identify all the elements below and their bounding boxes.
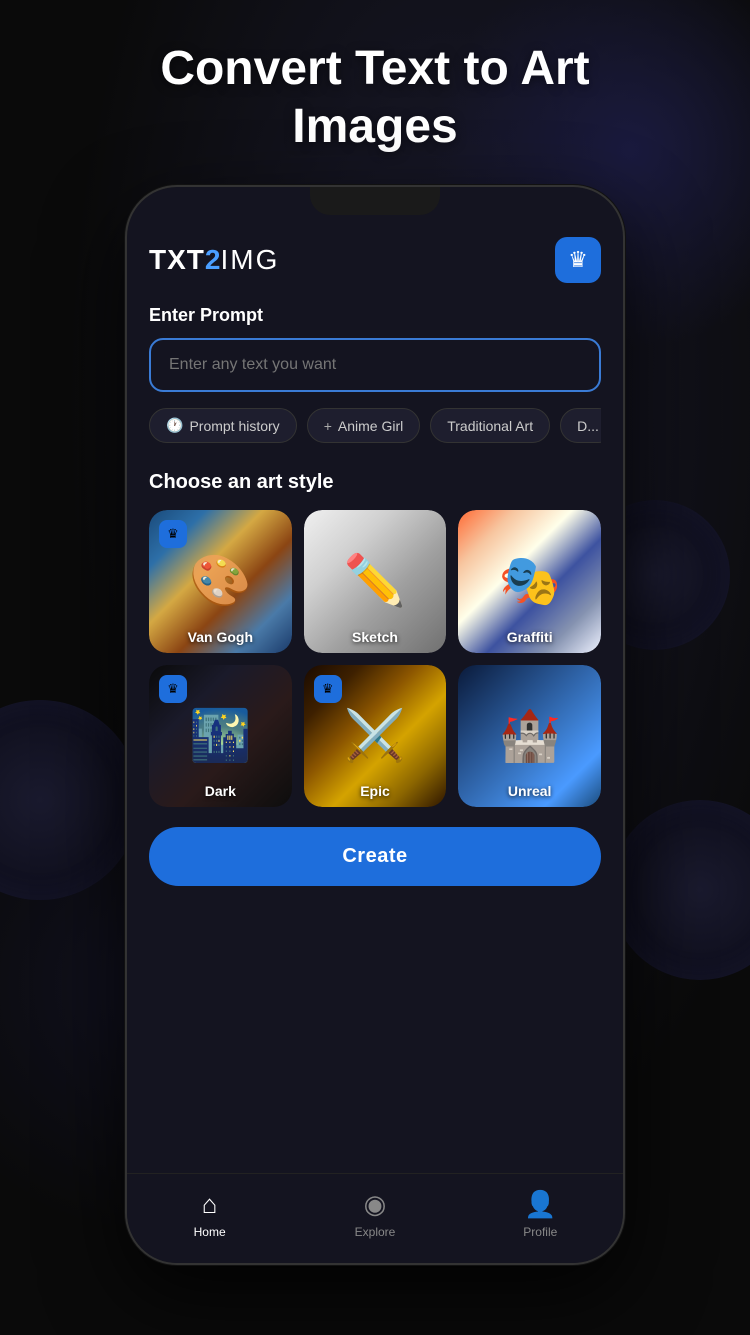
prompt-input-wrapper[interactable] <box>149 338 601 392</box>
volume-up-button <box>623 387 625 447</box>
art-card-unreal[interactable]: Unreal <box>458 665 601 808</box>
art-style-grid: ♛ Van Gogh Sketch Graffiti <box>149 510 601 807</box>
art-card-sketch[interactable]: Sketch <box>304 510 447 653</box>
chip-history-label: Prompt history <box>189 418 279 434</box>
chip-anime-girl[interactable]: + Anime Girl <box>307 408 421 443</box>
logo-txt: TXT <box>149 244 205 276</box>
page-title: Convert Text to Art Images <box>0 40 750 155</box>
nav-explore-label: Explore <box>355 1225 396 1239</box>
art-card-epic[interactable]: ♛ Epic <box>304 665 447 808</box>
logo-2: 2 <box>205 244 221 276</box>
app-logo: TXT 2 IMG <box>149 244 279 276</box>
nav-profile-label: Profile <box>523 1225 557 1239</box>
art-card-epic-label: Epic <box>304 783 447 799</box>
dark-crown-badge: ♛ <box>159 675 187 703</box>
art-card-vangogh-label: Van Gogh <box>149 629 292 645</box>
logo-img: IMG <box>220 244 279 276</box>
chip-anime-label: Anime Girl <box>338 418 403 434</box>
app-content: TXT 2 IMG ♛ Enter Prompt 🕐 Prompt histor… <box>127 217 623 1173</box>
chip-prompt-history[interactable]: 🕐 Prompt history <box>149 408 297 443</box>
chip-more[interactable]: D... <box>560 408 601 443</box>
art-card-graffiti-label: Graffiti <box>458 629 601 645</box>
art-card-dark-label: Dark <box>149 783 292 799</box>
clock-icon: 🕐 <box>166 417 183 434</box>
create-button[interactable]: Create <box>149 827 601 886</box>
home-icon: ⌂ <box>202 1189 218 1220</box>
nav-item-explore[interactable]: ◉ Explore <box>335 1189 415 1239</box>
phone-frame: TXT 2 IMG ♛ Enter Prompt 🕐 Prompt histor… <box>125 185 625 1265</box>
nav-item-home[interactable]: ⌂ Home <box>170 1189 250 1239</box>
chip-traditional-art[interactable]: Traditional Art <box>430 408 550 443</box>
vangogh-crown-badge: ♛ <box>159 520 187 548</box>
art-card-sketch-label: Sketch <box>304 629 447 645</box>
plus-icon: + <box>324 418 332 434</box>
phone-screen: TXT 2 IMG ♛ Enter Prompt 🕐 Prompt histor… <box>127 187 623 1263</box>
crown-icon: ♛ <box>568 247 588 273</box>
art-card-unreal-label: Unreal <box>458 783 601 799</box>
nav-item-profile[interactable]: 👤 Profile <box>500 1189 580 1239</box>
bottom-navigation: ⌂ Home ◉ Explore 👤 Profile <box>127 1173 623 1263</box>
crown-badge-icon-dark: ♛ <box>167 681 179 697</box>
profile-icon: 👤 <box>524 1189 556 1220</box>
art-style-label: Choose an art style <box>149 471 601 494</box>
explore-icon: ◉ <box>364 1189 387 1220</box>
premium-button[interactable]: ♛ <box>555 237 601 283</box>
chips-row: 🕐 Prompt history + Anime Girl Traditiona… <box>149 408 601 447</box>
epic-crown-badge: ♛ <box>314 675 342 703</box>
art-card-graffiti[interactable]: Graffiti <box>458 510 601 653</box>
art-card-vangogh[interactable]: ♛ Van Gogh <box>149 510 292 653</box>
create-button-wrapper: Create <box>149 827 601 896</box>
app-header: TXT 2 IMG ♛ <box>149 237 601 283</box>
crown-badge-icon-epic: ♛ <box>322 681 334 697</box>
volume-down-button <box>623 467 625 527</box>
prompt-section-label: Enter Prompt <box>149 305 601 326</box>
phone-notch <box>310 187 440 215</box>
art-card-dark[interactable]: ♛ Dark <box>149 665 292 808</box>
nav-home-label: Home <box>194 1225 226 1239</box>
prompt-input[interactable] <box>169 356 581 374</box>
chip-traditional-label: Traditional Art <box>447 418 533 434</box>
crown-badge-icon: ♛ <box>167 526 179 542</box>
chip-more-label: D... <box>577 418 599 434</box>
